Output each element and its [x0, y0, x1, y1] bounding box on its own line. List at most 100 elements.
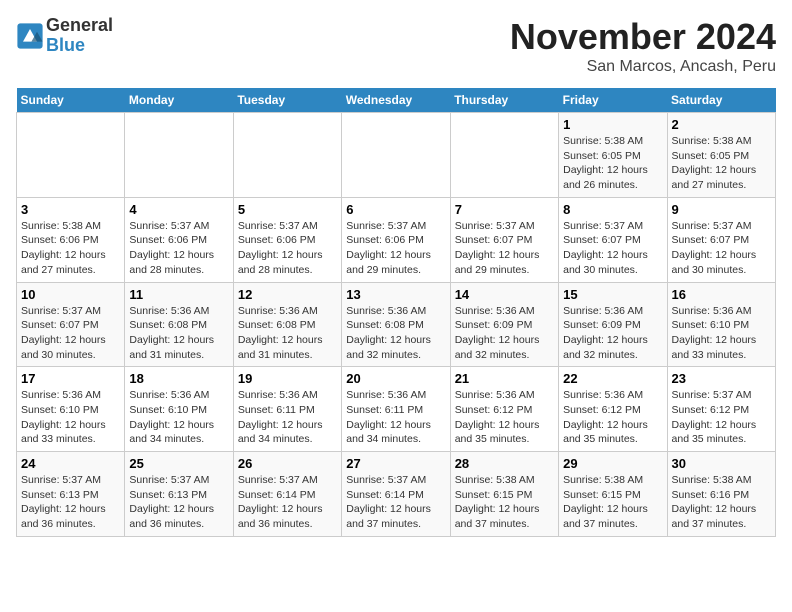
day-number: 28 [455, 456, 554, 471]
calendar-cell: 29 Sunrise: 5:38 AM Sunset: 6:15 PM Dayli… [559, 452, 667, 537]
day-info: Sunrise: 5:36 AM Sunset: 6:11 PM Dayligh… [238, 388, 337, 447]
day-info: Sunrise: 5:37 AM Sunset: 6:07 PM Dayligh… [672, 219, 771, 278]
calendar-cell: 27 Sunrise: 5:37 AM Sunset: 6:14 PM Dayli… [342, 452, 450, 537]
col-saturday: Saturday [667, 88, 775, 113]
day-number: 9 [672, 202, 771, 217]
calendar-cell: 9 Sunrise: 5:37 AM Sunset: 6:07 PM Daylig… [667, 197, 775, 282]
calendar-cell: 12Sunrise: 5:36 AM Sunset: 6:08 PM Dayli… [233, 282, 341, 367]
title-block: November 2024 San Marcos, Ancash, Peru [510, 16, 776, 76]
col-friday: Friday [559, 88, 667, 113]
day-number: 22 [563, 371, 662, 386]
calendar-cell: 13 Sunrise: 5:36 AM Sunset: 6:08 PM Dayli… [342, 282, 450, 367]
calendar-cell: 16 Sunrise: 5:36 AM Sunset: 6:10 PM Dayli… [667, 282, 775, 367]
calendar-cell: 5 Sunrise: 5:37 AM Sunset: 6:06 PM Daylig… [233, 197, 341, 282]
calendar-cell: 15 Sunrise: 5:36 AM Sunset: 6:09 PM Dayli… [559, 282, 667, 367]
day-number: 21 [455, 371, 554, 386]
day-info: Sunrise: 5:38 AM Sunset: 6:05 PM Dayligh… [672, 134, 771, 193]
day-info: Sunrise: 5:36 AM Sunset: 6:10 PM Dayligh… [129, 388, 228, 447]
day-info: Sunrise: 5:37 AM Sunset: 6:13 PM Dayligh… [21, 473, 120, 532]
calendar-cell: 4Sunrise: 5:37 AM Sunset: 6:06 PM Daylig… [125, 197, 233, 282]
calendar-cell: 19Sunrise: 5:36 AM Sunset: 6:11 PM Dayli… [233, 367, 341, 452]
day-number: 1 [563, 117, 662, 132]
col-monday: Monday [125, 88, 233, 113]
day-number: 11 [129, 287, 228, 302]
day-number: 16 [672, 287, 771, 302]
calendar-cell [125, 113, 233, 198]
day-number: 13 [346, 287, 445, 302]
calendar-week-2: 3 Sunrise: 5:38 AM Sunset: 6:06 PM Daylig… [17, 197, 776, 282]
calendar-cell: 30Sunrise: 5:38 AM Sunset: 6:16 PM Dayli… [667, 452, 775, 537]
calendar-cell: 1 Sunrise: 5:38 AM Sunset: 6:05 PM Daylig… [559, 113, 667, 198]
day-info: Sunrise: 5:36 AM Sunset: 6:09 PM Dayligh… [563, 304, 662, 363]
day-info: Sunrise: 5:36 AM Sunset: 6:12 PM Dayligh… [563, 388, 662, 447]
calendar-cell: 17 Sunrise: 5:36 AM Sunset: 6:10 PM Dayli… [17, 367, 125, 452]
header-row: Sunday Monday Tuesday Wednesday Thursday… [17, 88, 776, 113]
calendar-cell: 7 Sunrise: 5:37 AM Sunset: 6:07 PM Daylig… [450, 197, 558, 282]
calendar-cell: 21 Sunrise: 5:36 AM Sunset: 6:12 PM Dayli… [450, 367, 558, 452]
logo: General Blue [16, 16, 113, 56]
logo-icon [16, 22, 44, 50]
day-info: Sunrise: 5:37 AM Sunset: 6:14 PM Dayligh… [346, 473, 445, 532]
calendar-cell: 10Sunrise: 5:37 AM Sunset: 6:07 PM Dayli… [17, 282, 125, 367]
day-info: Sunrise: 5:36 AM Sunset: 6:12 PM Dayligh… [455, 388, 554, 447]
calendar-cell: 23Sunrise: 5:37 AM Sunset: 6:12 PM Dayli… [667, 367, 775, 452]
calendar-cell [17, 113, 125, 198]
calendar-cell [450, 113, 558, 198]
day-info: Sunrise: 5:37 AM Sunset: 6:07 PM Dayligh… [563, 219, 662, 278]
calendar-cell: 2 Sunrise: 5:38 AM Sunset: 6:05 PM Daylig… [667, 113, 775, 198]
day-number: 7 [455, 202, 554, 217]
day-number: 3 [21, 202, 120, 217]
day-number: 15 [563, 287, 662, 302]
day-number: 20 [346, 371, 445, 386]
calendar-header: Sunday Monday Tuesday Wednesday Thursday… [17, 88, 776, 113]
calendar-cell: 24 Sunrise: 5:37 AM Sunset: 6:13 PM Dayli… [17, 452, 125, 537]
day-number: 12 [238, 287, 337, 302]
logo-text: General Blue [46, 16, 113, 56]
day-info: Sunrise: 5:38 AM Sunset: 6:05 PM Dayligh… [563, 134, 662, 193]
day-number: 23 [672, 371, 771, 386]
page-title: November 2024 [510, 16, 776, 58]
col-thursday: Thursday [450, 88, 558, 113]
calendar-cell: 14 Sunrise: 5:36 AM Sunset: 6:09 PM Dayli… [450, 282, 558, 367]
day-info: Sunrise: 5:36 AM Sunset: 6:10 PM Dayligh… [672, 304, 771, 363]
calendar-cell: 20Sunrise: 5:36 AM Sunset: 6:11 PM Dayli… [342, 367, 450, 452]
day-info: Sunrise: 5:37 AM Sunset: 6:13 PM Dayligh… [129, 473, 228, 532]
day-info: Sunrise: 5:37 AM Sunset: 6:07 PM Dayligh… [455, 219, 554, 278]
calendar-cell: 25 Sunrise: 5:37 AM Sunset: 6:13 PM Dayli… [125, 452, 233, 537]
day-number: 6 [346, 202, 445, 217]
day-info: Sunrise: 5:36 AM Sunset: 6:09 PM Dayligh… [455, 304, 554, 363]
day-info: Sunrise: 5:36 AM Sunset: 6:08 PM Dayligh… [346, 304, 445, 363]
day-number: 24 [21, 456, 120, 471]
col-tuesday: Tuesday [233, 88, 341, 113]
day-number: 14 [455, 287, 554, 302]
col-sunday: Sunday [17, 88, 125, 113]
page-subtitle: San Marcos, Ancash, Peru [510, 58, 776, 76]
calendar-cell [342, 113, 450, 198]
calendar-week-3: 10Sunrise: 5:37 AM Sunset: 6:07 PM Dayli… [17, 282, 776, 367]
day-number: 2 [672, 117, 771, 132]
day-number: 29 [563, 456, 662, 471]
calendar-cell: 28Sunrise: 5:38 AM Sunset: 6:15 PM Dayli… [450, 452, 558, 537]
day-number: 17 [21, 371, 120, 386]
day-number: 5 [238, 202, 337, 217]
day-number: 4 [129, 202, 228, 217]
day-number: 18 [129, 371, 228, 386]
col-wednesday: Wednesday [342, 88, 450, 113]
calendar-cell: 6Sunrise: 5:37 AM Sunset: 6:06 PM Daylig… [342, 197, 450, 282]
day-number: 25 [129, 456, 228, 471]
day-number: 10 [21, 287, 120, 302]
calendar-cell: 18 Sunrise: 5:36 AM Sunset: 6:10 PM Dayli… [125, 367, 233, 452]
calendar-cell: 26Sunrise: 5:37 AM Sunset: 6:14 PM Dayli… [233, 452, 341, 537]
page-header: General Blue November 2024 San Marcos, A… [16, 16, 776, 76]
day-info: Sunrise: 5:38 AM Sunset: 6:15 PM Dayligh… [563, 473, 662, 532]
calendar-cell: 3 Sunrise: 5:38 AM Sunset: 6:06 PM Daylig… [17, 197, 125, 282]
day-info: Sunrise: 5:37 AM Sunset: 6:06 PM Dayligh… [238, 219, 337, 278]
day-number: 27 [346, 456, 445, 471]
day-info: Sunrise: 5:37 AM Sunset: 6:14 PM Dayligh… [238, 473, 337, 532]
calendar-cell: 11Sunrise: 5:36 AM Sunset: 6:08 PM Dayli… [125, 282, 233, 367]
day-info: Sunrise: 5:38 AM Sunset: 6:16 PM Dayligh… [672, 473, 771, 532]
logo-line2: Blue [46, 36, 113, 56]
calendar-cell: 8Sunrise: 5:37 AM Sunset: 6:07 PM Daylig… [559, 197, 667, 282]
day-info: Sunrise: 5:36 AM Sunset: 6:10 PM Dayligh… [21, 388, 120, 447]
day-info: Sunrise: 5:38 AM Sunset: 6:06 PM Dayligh… [21, 219, 120, 278]
